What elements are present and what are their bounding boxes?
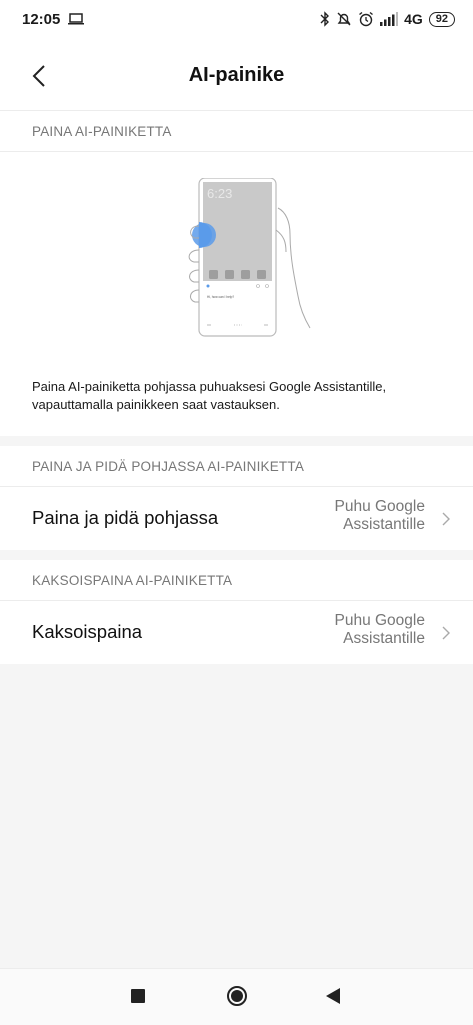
hold-row-value-line2: Assistantille <box>343 516 425 533</box>
section-header-hold: PAINA JA PIDÄ POHJASSA AI-PAINIKETTA <box>0 446 473 487</box>
press-description: Paina AI-painiketta pohjassa puhuaksesi … <box>32 379 387 412</box>
battery-indicator: 92 <box>428 11 455 27</box>
section-header-double: KAKSOISPAINA AI-PAINIKETTA <box>0 560 473 601</box>
signal-icon <box>380 12 399 26</box>
double-row-title: Kaksoispaina <box>32 621 143 642</box>
recents-button[interactable] <box>131 989 145 1003</box>
double-row-value: Puhu Google Assistantille <box>335 612 426 648</box>
hold-row-value: Puhu Google Assistantille <box>335 498 426 534</box>
home-button[interactable] <box>226 985 248 1007</box>
double-row-value-line1: Puhu Google <box>334 612 426 629</box>
page-title: AI-painike <box>188 64 285 86</box>
chevron-right-icon <box>442 626 450 640</box>
laptop-icon <box>68 13 84 25</box>
double-press-action-row[interactable]: Kaksoispaina Puhu Google Assistantille <box>0 601 473 663</box>
mute-icon <box>337 12 351 26</box>
phone-question: Hi, how can I help? <box>207 295 234 299</box>
nav-back-button[interactable] <box>325 987 341 1005</box>
system-nav-bar <box>0 968 473 1025</box>
alarm-icon <box>359 11 373 27</box>
status-bar: 12:05 4G 92 <box>0 0 473 42</box>
app-header: AI-painike <box>0 42 473 111</box>
hold-action-row[interactable]: Paina ja pidä pohjassa Puhu Google Assis… <box>0 487 473 549</box>
double-press-section: KAKSOISPAINA AI-PAINIKETTA Kaksoispaina … <box>0 560 473 664</box>
section-header-press: PAINA AI-PAINIKETTA <box>0 111 473 152</box>
hold-row-value-line1: Puhu Google <box>334 498 426 515</box>
hold-row-title: Paina ja pidä pohjassa <box>32 507 219 528</box>
bluetooth-icon <box>320 11 330 27</box>
chevron-right-icon <box>442 512 450 526</box>
network-label: 4G <box>404 11 423 27</box>
double-row-value-line2: Assistantille <box>343 630 425 647</box>
phone-illustration: 6:23 Hi, how can I help? <box>188 178 311 337</box>
status-time: 12:05 <box>22 11 61 28</box>
phone-clock: 6:23 <box>207 186 232 201</box>
hold-section: PAINA JA PIDÄ POHJASSA AI-PAINIKETTA Pai… <box>0 446 473 550</box>
